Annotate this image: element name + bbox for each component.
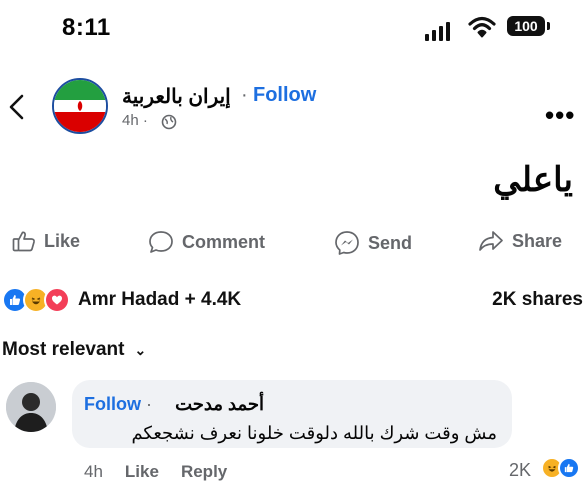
comment-reaction-icons[interactable] [541, 457, 580, 479]
header-separator: · [241, 84, 248, 106]
like-button[interactable]: Like [12, 230, 80, 252]
page-avatar[interactable] [52, 78, 108, 134]
comment-meta: 4h Like Reply [84, 462, 227, 482]
follow-button[interactable]: Follow [253, 84, 316, 107]
sort-label: Most relevant [2, 339, 125, 360]
messenger-icon [335, 231, 359, 255]
send-label: Send [368, 232, 413, 253]
signal-icon [425, 22, 450, 41]
comment-sort-dropdown[interactable]: Most relevant ⌄ [2, 339, 146, 361]
battery-tip [547, 22, 550, 30]
commenter-follow-button[interactable]: Follow [84, 394, 141, 415]
wifi-icon [468, 15, 496, 44]
comment-button[interactable]: Comment [148, 230, 265, 254]
chevron-down-icon: ⌄ [134, 341, 147, 358]
comment-like-button[interactable]: Like [125, 462, 159, 482]
thumbs-up-icon [12, 231, 35, 252]
commenter-avatar[interactable] [6, 382, 56, 432]
reactors-summary[interactable]: Amr Hadad + 4.4K [78, 289, 241, 311]
comment-reply-button[interactable]: Reply [181, 462, 227, 482]
comment-time: 4h [84, 462, 103, 481]
share-label: Share [512, 230, 563, 251]
like-label: Like [44, 230, 81, 251]
send-button[interactable]: Send [334, 230, 412, 256]
page-name[interactable]: إيران بالعربية [122, 84, 231, 109]
shares-count[interactable]: 2K shares [492, 289, 583, 311]
love-reaction-icon [44, 287, 70, 313]
comment-bubble-icon [149, 231, 173, 253]
status-time: 8:11 [62, 14, 111, 41]
post-text: ياعلي [493, 161, 573, 199]
more-options-icon[interactable]: ••• [545, 100, 575, 131]
comment-separator: · [146, 394, 152, 414]
back-arrow-icon[interactable] [4, 92, 30, 127]
post-time[interactable]: 4h · [122, 112, 148, 129]
comment-reaction-count[interactable]: 2K [509, 460, 531, 481]
share-arrow-icon [479, 231, 503, 251]
reaction-icons[interactable] [2, 287, 70, 313]
battery-icon: 100 [507, 16, 545, 36]
comment-text: مش وقت شرك بالله دلوقت خلونا نعرف نشجعكم [131, 423, 497, 443]
commenter-name[interactable]: أحمد مدحت [154, 394, 264, 415]
like-reaction-icon [558, 457, 580, 479]
person-photo-icon [6, 382, 56, 432]
comment-label: Comment [182, 231, 266, 252]
share-button[interactable]: Share [478, 230, 562, 252]
globe-icon [161, 114, 177, 135]
iran-flag-icon [54, 80, 106, 132]
